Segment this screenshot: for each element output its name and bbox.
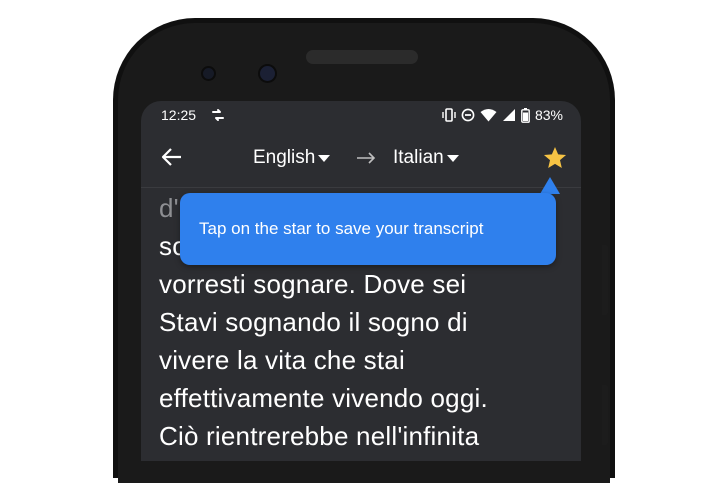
app-bar: English Italian [141, 131, 581, 187]
status-bar: 12:25 83% [141, 101, 581, 131]
earpiece-speaker [306, 50, 418, 64]
transcript-line: vivere la vita che stai [159, 345, 405, 375]
target-language-label: Italian [393, 147, 444, 168]
sync-icon [212, 109, 224, 121]
tooltip-text: Tap on the star to save your transcript [199, 219, 484, 238]
volume-button [602, 245, 608, 315]
transcript-line: Stavi sognando il sogno di [159, 307, 468, 337]
source-language-selector[interactable]: English [253, 147, 331, 169]
app-screen: 12:25 83% English Italian d' so vorresti… [141, 101, 581, 461]
wifi-icon [480, 109, 497, 122]
app-bar-divider [141, 187, 581, 188]
transcript-line: Ciò rientrerebbe nell'infinita [159, 421, 480, 451]
back-arrow-icon[interactable] [161, 146, 183, 168]
status-icons: 83% [442, 107, 563, 123]
source-language-label: English [253, 147, 316, 168]
do-not-disturb-icon [461, 108, 475, 122]
dropdown-caret-icon [446, 154, 459, 162]
save-transcript-tooltip[interactable]: Tap on the star to save your transcript [180, 193, 556, 265]
star-icon[interactable] [542, 145, 568, 171]
cellular-signal-icon [502, 109, 515, 121]
battery-percentage: 83% [534, 107, 563, 123]
arrow-right-icon [357, 152, 376, 164]
front-camera [260, 66, 275, 81]
status-time: 12:25 [161, 107, 197, 123]
dropdown-caret-icon [318, 154, 331, 162]
vibrate-icon [442, 108, 456, 122]
transcript-line: effettivamente vivendo oggi. [159, 383, 488, 413]
battery-icon [521, 107, 530, 123]
power-button [602, 385, 608, 445]
target-language-selector[interactable]: Italian [393, 147, 459, 169]
transcript-line: vorresti sognare. Dove sei [159, 269, 467, 299]
proximity-sensor [203, 68, 214, 79]
tooltip-pointer [540, 177, 560, 194]
